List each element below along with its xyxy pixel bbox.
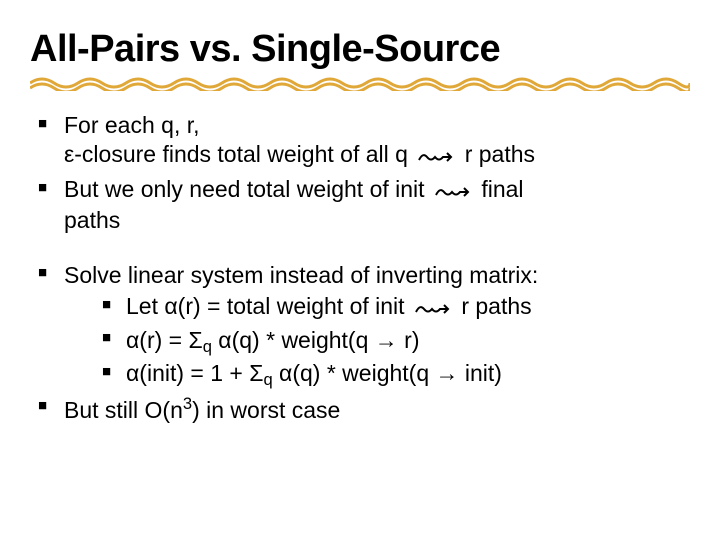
sub-bullet-item: α(r) = Σq α(q) * weight(q → r) [100, 326, 690, 357]
superscript: 3 [183, 394, 192, 413]
bullet-item: Solve linear system instead of inverting… [30, 261, 690, 391]
text: Solve linear system instead of inverting… [64, 262, 538, 288]
text: But we only need total weight of init [64, 176, 431, 202]
slide: All-Pairs vs. Single-Source For each q, … [0, 0, 720, 540]
title-block: All-Pairs vs. Single-Source [30, 28, 690, 75]
text: α(init) = 1 + Σ [126, 360, 263, 386]
spacer [30, 239, 690, 261]
text: final [475, 176, 524, 202]
bullet-item: But still O(n3) in worst case [30, 393, 690, 426]
text: r paths [458, 141, 535, 167]
bullet-item: For each q, r, ε-closure finds total wei… [30, 111, 690, 172]
bullet-list-2: Solve linear system instead of inverting… [30, 261, 690, 426]
bullet-item: But we only need total weight of init fi… [30, 175, 690, 236]
text: ) in worst case [192, 397, 340, 423]
text: ε-closure finds total weight of all q [64, 141, 414, 167]
subscript: q [263, 370, 272, 389]
text: r paths [455, 293, 532, 319]
text: But still O(n [64, 397, 183, 423]
title-underline-icon [30, 71, 690, 91]
sub-bullet-item: α(init) = 1 + Σq α(q) * weight(q → init) [100, 359, 690, 390]
sub-bullet-list: Let α(r) = total weight of init r paths … [100, 292, 690, 390]
leadsto-icon [418, 142, 454, 171]
text: Let α(r) = total weight of init [126, 293, 411, 319]
sub-bullet-item: Let α(r) = total weight of init r paths [100, 292, 690, 323]
text: α(r) = Σ [126, 327, 203, 353]
leadsto-icon [435, 177, 471, 206]
text: α(q) * weight(q → r) [212, 327, 420, 353]
bullet-list-1: For each q, r, ε-closure finds total wei… [30, 111, 690, 236]
text: α(q) * weight(q → init) [273, 360, 502, 386]
slide-title: All-Pairs vs. Single-Source [30, 28, 690, 75]
text: For each q, r, [64, 112, 200, 138]
leadsto-icon [415, 294, 451, 323]
subscript: q [203, 337, 212, 356]
text: paths [64, 207, 120, 233]
